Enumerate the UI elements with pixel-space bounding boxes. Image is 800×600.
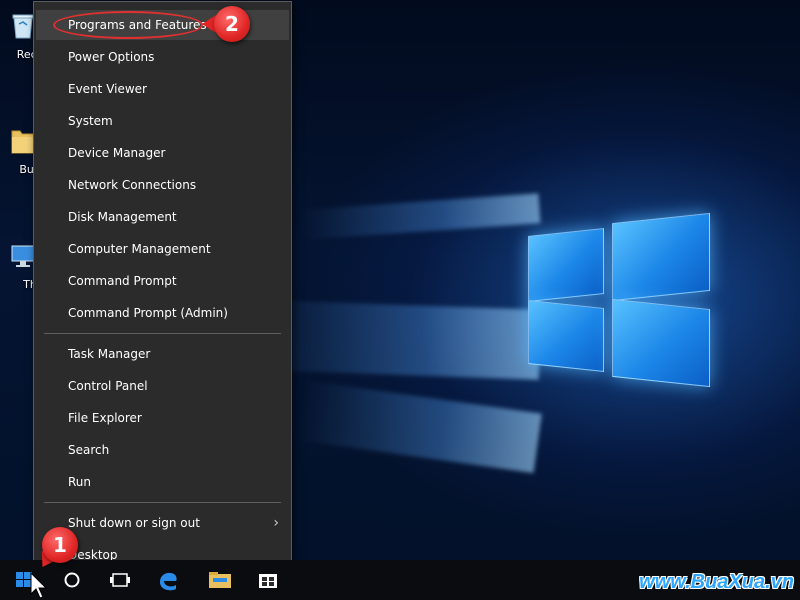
cortana-button[interactable] [48,560,96,600]
menu-item-command-prompt-admin[interactable]: Command Prompt (Admin) [36,298,289,328]
wallpaper-logo-pane [528,228,604,302]
mouse-cursor-icon [30,572,48,599]
menu-item-event-viewer[interactable]: Event Viewer [36,74,289,104]
highlight-ellipse [53,11,203,39]
task-view-icon [110,573,130,587]
menu-item-label: Control Panel [68,379,148,393]
menu-item-label: Network Connections [68,178,197,192]
menu-item-label: File Explorer [68,411,142,425]
menu-item-label: Disk Management [68,210,177,224]
chevron-right-icon: › [273,515,279,531]
cortana-icon [64,572,80,588]
menu-item-label: Command Prompt (Admin) [68,306,228,320]
menu-item-task-manager[interactable]: Task Manager [36,339,289,369]
menu-item-system[interactable]: System [36,106,289,136]
menu-item-device-manager[interactable]: Device Manager [36,138,289,168]
wallpaper-logo-pane [612,298,710,388]
file-explorer-icon [209,572,231,588]
watermark: www.BuaXua.vn [639,571,794,593]
menu-item-label: Run [68,475,92,489]
menu-item-label: Command Prompt [68,274,177,288]
light-beam [295,380,542,474]
callout-step-1: 1 [42,527,78,563]
menu-item-disk-management[interactable]: Disk Management [36,202,289,232]
menu-item-control-panel[interactable]: Control Panel [36,371,289,401]
menu-separator [44,502,281,503]
light-beam [258,300,542,380]
menu-separator [44,333,281,334]
menu-item-file-explorer[interactable]: File Explorer [36,403,289,433]
edge-icon [160,572,177,591]
menu-item-label: Search [68,443,110,457]
edge-taskbar-button[interactable] [144,560,192,600]
menu-item-label: System [68,114,113,128]
menu-item-network-connections[interactable]: Network Connections [36,170,289,200]
file-explorer-taskbar-button[interactable] [196,560,244,600]
menu-item-power-options[interactable]: Power Options [36,42,289,72]
wallpaper-logo-pane [528,300,604,372]
menu-item-label: Task Manager [68,347,151,361]
task-view-button[interactable] [96,560,144,600]
menu-item-run[interactable]: Run [36,467,289,497]
store-icon [259,574,277,588]
store-taskbar-button[interactable] [244,560,292,600]
menu-item-label: Computer Management [68,242,211,256]
light-beam [298,193,541,240]
wallpaper-logo-pane [612,212,710,302]
callout-step-2: 2 [214,6,250,42]
menu-item-label: Power Options [68,50,155,64]
menu-item-search[interactable]: Search [36,435,289,465]
menu-item-label: Event Viewer [68,82,147,96]
menu-item-label: Shut down or sign out [68,516,200,530]
menu-item-computer-management[interactable]: Computer Management [36,234,289,264]
menu-item-command-prompt[interactable]: Command Prompt [36,266,289,296]
menu-item-label: Device Manager [68,146,166,160]
winx-context-menu: Programs and Features Power Options Even… [33,1,292,579]
